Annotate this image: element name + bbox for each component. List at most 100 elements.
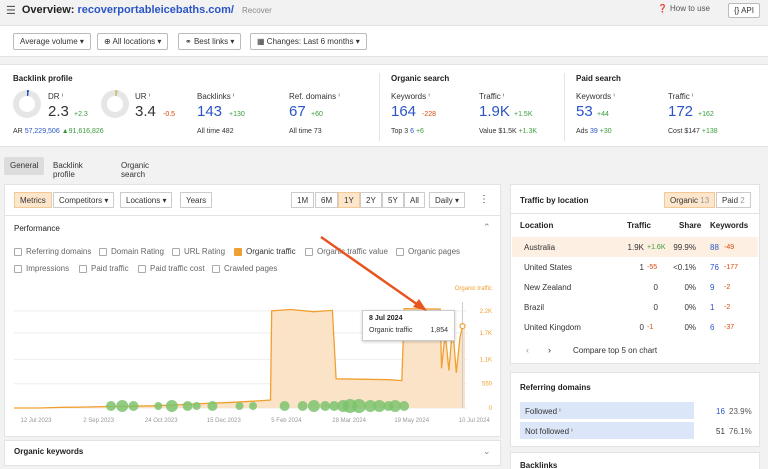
metric-checkbox[interactable]: URL Rating (172, 247, 225, 256)
followed-pct: 23.9% (729, 407, 752, 416)
ur-value: 3.4 (135, 103, 156, 120)
followed-value[interactable]: 16 (716, 407, 725, 416)
api-button[interactable]: {} API (727, 3, 760, 18)
update-marker (165, 400, 178, 412)
top3-value[interactable]: 6 (410, 128, 414, 135)
not-followed-value[interactable]: 51 (716, 427, 725, 436)
paid-traffic-value[interactable]: 172 (668, 103, 693, 120)
domain-link[interactable]: recoverportableicebaths.com/ (77, 4, 234, 16)
volume-dropdown[interactable]: Average volume ▾ (13, 33, 91, 50)
metrics-panel: Backlink profile DR ⁱ 2.3 +2.3 UR ⁱ 3.4 … (0, 64, 768, 147)
prev-arrow-icon[interactable]: ‹ (526, 345, 529, 355)
col-share: Share (679, 221, 702, 230)
metric-checkbox[interactable]: Organic traffic (234, 247, 296, 256)
checkbox-icon (79, 264, 87, 273)
competitors-dropdown[interactable]: Competitors ▾ (53, 192, 115, 208)
table-row[interactable]: New Zealand 0 0% 9 -2 (512, 277, 758, 297)
more-options-icon[interactable]: ⋮ (479, 194, 489, 205)
paid-search-title: Paid search (576, 74, 621, 83)
range-6m[interactable]: 6M (315, 192, 339, 208)
locations-dropdown[interactable]: ⊕ All locations ▾ (97, 33, 169, 50)
next-arrow-icon[interactable]: › (548, 345, 551, 355)
menu-icon[interactable]: ☰ (6, 4, 16, 17)
metrics-tab[interactable]: Metrics (14, 192, 52, 208)
checkbox-label: Impressions (26, 264, 70, 273)
update-marker (116, 400, 129, 412)
range-all[interactable]: All (404, 192, 425, 208)
paid-location-tab[interactable]: Paid 2 (716, 192, 751, 208)
location-keywords[interactable]: 76 (710, 263, 719, 272)
location-share: <0.1% (673, 263, 696, 272)
divider (5, 215, 500, 216)
performance-title: Performance (14, 224, 60, 233)
refdomains-value[interactable]: 67 (289, 103, 306, 120)
organic-keywords-title: Organic keywords (14, 447, 84, 456)
location-keywords[interactable]: 1 (710, 303, 714, 312)
location-keywords[interactable]: 88 (710, 243, 719, 252)
paid-keywords-label: Keywords ⁱ (576, 92, 615, 101)
collapse-chevron-icon[interactable]: ⌃ (483, 222, 491, 233)
location-keywords-delta: -177 (724, 264, 739, 271)
interval-dropdown[interactable]: Daily ▾ (429, 192, 466, 208)
paid-traffic-label: Traffic ⁱ (668, 92, 694, 101)
metric-checkbox[interactable]: Paid traffic cost (138, 264, 205, 273)
traffic-by-location-title: Traffic by location (520, 196, 589, 205)
range-2y[interactable]: 2Y (360, 192, 382, 208)
update-marker (399, 401, 410, 411)
locations-chart-dropdown[interactable]: Locations ▾ (120, 192, 173, 208)
link-icon: ⚭ (185, 37, 192, 46)
how-to-use-link[interactable]: ❓ How to use (658, 4, 710, 13)
location-keywords-delta: -2 (724, 284, 731, 291)
range-5y[interactable]: 5Y (382, 192, 404, 208)
checkbox-icon (138, 264, 146, 273)
update-marker (128, 401, 139, 411)
organic-location-tab[interactable]: Organic 13 (664, 192, 716, 208)
location-share: 0% (684, 283, 696, 292)
tab-backlink-profile[interactable]: Backlink profile (47, 157, 89, 179)
col-keywords: Keywords (710, 221, 749, 230)
metric-checkbox[interactable]: Referring domains (14, 247, 91, 256)
metric-checkbox[interactable]: Crawled pages (212, 264, 277, 273)
metric-checkbox[interactable]: Paid traffic (79, 264, 129, 273)
location-share: 0% (684, 323, 696, 332)
value-label: Value (479, 128, 497, 135)
metric-checkbox[interactable]: Impressions (14, 264, 69, 273)
x-tick-label: 12 Jul 2023 (20, 418, 52, 424)
paid-keywords-value[interactable]: 53 (576, 103, 593, 120)
table-row[interactable]: Australia 1.9K +1.6K 99.9% 88 -49 (512, 237, 758, 257)
location-keywords-delta: -37 (724, 324, 735, 331)
table-row[interactable]: Brazil 0 0% 1 -2 (512, 297, 758, 317)
ar-delta: ▲91,616,826 (61, 128, 104, 135)
tooltip-value: 1,854 (430, 327, 448, 334)
value-value: $1.5K (498, 128, 517, 135)
metric-checkbox[interactable]: Domain Rating (99, 247, 164, 256)
compare-top5-link[interactable]: Compare top 5 on chart (573, 346, 657, 355)
divider (511, 213, 759, 214)
organic-keywords-card[interactable]: Organic keywords ⌄ (4, 440, 501, 466)
organic-traffic-value[interactable]: 1.9K (479, 103, 510, 120)
backlinks-value[interactable]: 143 (197, 103, 222, 120)
range-1m[interactable]: 1M (291, 192, 315, 208)
changes-dropdown[interactable]: ▦ Changes: Last 6 months ▾ (250, 33, 367, 50)
organic-keywords-value[interactable]: 164 (391, 103, 416, 120)
links-dropdown[interactable]: ⚭ Best links ▾ (178, 33, 242, 50)
location-keywords[interactable]: 6 (710, 323, 714, 332)
years-tab[interactable]: Years (180, 192, 213, 208)
ar-value[interactable]: 57,229,506 (25, 128, 60, 135)
table-row[interactable]: United States 1 -55 <0.1% 76 -177 (512, 257, 758, 277)
tab-general[interactable]: General (4, 157, 45, 175)
y-tick-label: 1.1K (480, 357, 492, 363)
dr-delta: +2.3 (74, 111, 88, 118)
ads-value[interactable]: 39 (590, 128, 598, 135)
table-row[interactable]: United Kingdom 0 -1 0% 6 -37 (512, 317, 758, 337)
project-name: Recover (241, 5, 272, 15)
expand-chevron-icon[interactable]: ⌄ (483, 446, 491, 457)
tab-organic-search[interactable]: Organic search (115, 157, 155, 179)
checkbox-icon (172, 247, 180, 256)
range-1y[interactable]: 1Y (338, 192, 360, 208)
cost-row: Cost $147 +138 (668, 128, 718, 135)
traffic-by-location-card: Traffic by location Organic 13 Paid 2 Lo… (510, 184, 760, 364)
location-keywords[interactable]: 9 (710, 283, 714, 292)
backlink-profile-title: Backlink profile (13, 74, 73, 83)
y-tick-label: 2.2K (480, 309, 492, 315)
